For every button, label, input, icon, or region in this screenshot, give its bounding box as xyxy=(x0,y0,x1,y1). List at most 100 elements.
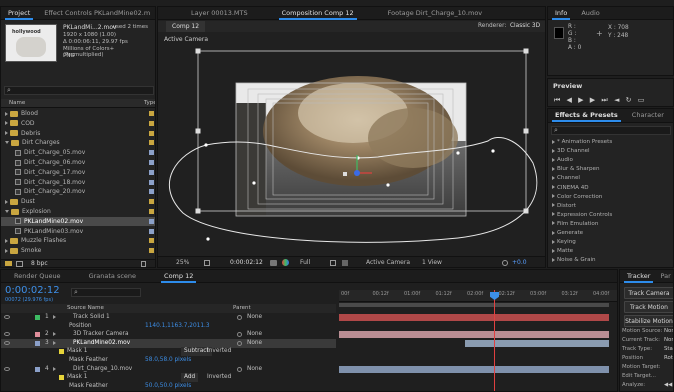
column-parent[interactable]: Parent xyxy=(233,305,251,311)
mask-vertex[interactable] xyxy=(252,181,256,185)
project-folder-item[interactable]: Blood xyxy=(1,109,155,118)
tab-audio[interactable]: Audio xyxy=(578,7,602,20)
axis-z-icon[interactable] xyxy=(354,170,360,176)
label-color-swatch[interactable] xyxy=(149,189,154,195)
project-search-input[interactable]: ⌕ xyxy=(4,86,154,95)
tab-layer[interactable]: Layer 00013.MTS xyxy=(188,7,251,20)
effects-category-item[interactable]: 3D Channel xyxy=(552,147,673,155)
snapshot-icon[interactable] xyxy=(270,260,277,266)
label-color-swatch[interactable] xyxy=(35,332,40,338)
tab-composition[interactable]: Composition Comp 12 xyxy=(278,7,357,20)
chevron-right-icon[interactable] xyxy=(552,221,555,226)
tracker-field-value[interactable]: ◀◀ xyxy=(664,382,672,388)
tab-character[interactable]: Character xyxy=(629,109,667,122)
label-color-swatch[interactable] xyxy=(149,228,154,234)
zoom-dropdown[interactable]: 25% xyxy=(176,259,189,266)
bbox-handle-mr[interactable] xyxy=(523,128,529,134)
chevron-right-icon[interactable] xyxy=(552,148,555,153)
parent-pickwhip-icon[interactable] xyxy=(237,340,242,346)
label-color-swatch[interactable] xyxy=(149,140,154,146)
label-color-swatch[interactable] xyxy=(35,366,40,372)
trash-icon[interactable] xyxy=(141,261,146,267)
visibility-eye-icon[interactable] xyxy=(4,366,10,371)
chevron-right-icon[interactable] xyxy=(552,185,555,189)
label-color-swatch[interactable] xyxy=(149,218,154,224)
play-icon[interactable]: ▶ xyxy=(578,96,583,104)
column-source-name[interactable]: Source Name xyxy=(67,305,104,311)
tab-paragraph[interactable]: Par xyxy=(657,270,673,283)
label-color-swatch[interactable] xyxy=(149,160,154,165)
tab-tracker[interactable]: Tracker xyxy=(624,270,654,283)
resolution-dropdown[interactable]: Full xyxy=(300,259,310,266)
bbox-handle-tl[interactable] xyxy=(195,48,201,54)
effects-category-item[interactable]: * Animation Presets xyxy=(552,138,673,146)
mask-vertex[interactable] xyxy=(204,143,208,147)
mask-vertex[interactable] xyxy=(456,151,460,155)
chevron-down-icon[interactable] xyxy=(5,141,9,145)
tracker-field-value[interactable]: None xyxy=(664,328,673,334)
effects-category-item[interactable]: CINEMA 4D xyxy=(552,184,673,192)
effects-category-item[interactable]: Keying xyxy=(552,238,673,246)
chevron-right-icon[interactable] xyxy=(53,332,56,337)
effects-search-input[interactable]: ⌕ xyxy=(551,126,671,135)
property-value[interactable]: 50.0,50.0 pixels xyxy=(145,382,191,391)
views-dropdown[interactable]: 1 View xyxy=(422,259,442,266)
project-folder-item[interactable]: Explosion xyxy=(1,207,155,216)
effects-category-item[interactable]: Color Correction xyxy=(552,193,673,201)
effects-category-item[interactable]: Distort xyxy=(552,202,673,210)
label-color-swatch[interactable] xyxy=(149,150,154,156)
visibility-eye-icon[interactable] xyxy=(4,315,10,319)
project-file-item[interactable]: Dirt_Charge_05.mov xyxy=(1,148,155,157)
parent-pickwhip-icon[interactable] xyxy=(237,315,242,320)
timeline-timecode[interactable]: 0:00:02:12 xyxy=(5,285,60,296)
tab-effects-presets[interactable]: Effects & Presets xyxy=(552,109,621,122)
project-folder-item[interactable]: Dust xyxy=(1,197,155,206)
project-folder-item[interactable]: Debris xyxy=(1,129,155,138)
comp-subtab[interactable]: Comp 12 xyxy=(166,21,206,32)
comp-viewport[interactable] xyxy=(158,33,546,255)
effects-category-item[interactable]: Channel xyxy=(552,174,673,182)
bpc-toggle[interactable]: 8 bpc xyxy=(31,260,48,267)
label-color-swatch[interactable] xyxy=(149,238,154,244)
chevron-right-icon[interactable] xyxy=(552,212,555,217)
label-color-swatch[interactable] xyxy=(149,199,154,205)
chevron-right-icon[interactable] xyxy=(5,238,8,243)
chevron-right-icon[interactable] xyxy=(5,131,8,136)
project-file-item[interactable]: Dirt_Charge_20.mov xyxy=(1,187,155,196)
timeline-property-row[interactable]: Mask Feather 50.0,50.0 pixels xyxy=(1,382,336,391)
new-folder-icon[interactable] xyxy=(5,261,12,266)
work-area-bar[interactable] xyxy=(339,303,609,307)
layer-duration-bar[interactable] xyxy=(465,339,609,347)
parent-pickwhip-icon[interactable] xyxy=(237,366,242,372)
chevron-right-icon[interactable] xyxy=(552,230,555,235)
project-folder-item[interactable]: COD xyxy=(1,119,155,128)
visibility-eye-icon[interactable] xyxy=(4,332,10,337)
tab-granata-scene[interactable]: Granata scene xyxy=(86,270,139,283)
chevron-right-icon[interactable] xyxy=(552,257,555,262)
project-folder-item[interactable]: Dirt Charges xyxy=(1,138,155,147)
layer-duration-bar[interactable] xyxy=(339,365,609,373)
track-camera-button[interactable]: Track Camera xyxy=(624,287,673,299)
chevron-right-icon[interactable] xyxy=(552,239,555,244)
chevron-right-icon[interactable] xyxy=(552,203,555,208)
timeline-search-input[interactable]: ⌕ xyxy=(71,288,141,297)
layer-duration-bar[interactable] xyxy=(339,331,609,339)
tab-footage[interactable]: Footage Dirt_Charge_10.mov xyxy=(385,7,486,20)
chevron-right-icon[interactable] xyxy=(552,139,555,144)
color-channel-icon[interactable] xyxy=(282,259,289,266)
project-file-item[interactable]: PKLandMine02.mov xyxy=(1,216,155,226)
effects-category-item[interactable]: Generate xyxy=(552,229,673,237)
chevron-right-icon[interactable] xyxy=(5,248,8,253)
anchor-point-icon[interactable] xyxy=(343,172,347,176)
ram-preview-icon[interactable]: ▭ xyxy=(638,96,645,104)
chevron-right-icon[interactable] xyxy=(53,366,56,371)
column-type[interactable]: Type xyxy=(144,100,155,106)
exposure-value[interactable]: +0.0 xyxy=(512,259,527,266)
chevron-right-icon[interactable] xyxy=(552,166,555,171)
label-color-swatch[interactable] xyxy=(149,169,154,175)
chevron-right-icon[interactable] xyxy=(5,199,8,204)
mask-color-swatch[interactable] xyxy=(59,375,64,381)
effects-category-item[interactable]: Film Emulation xyxy=(552,220,673,228)
project-folder-item[interactable]: Muzzle Flashes xyxy=(1,236,155,245)
effects-category-item[interactable]: Noise & Grain xyxy=(552,256,673,264)
